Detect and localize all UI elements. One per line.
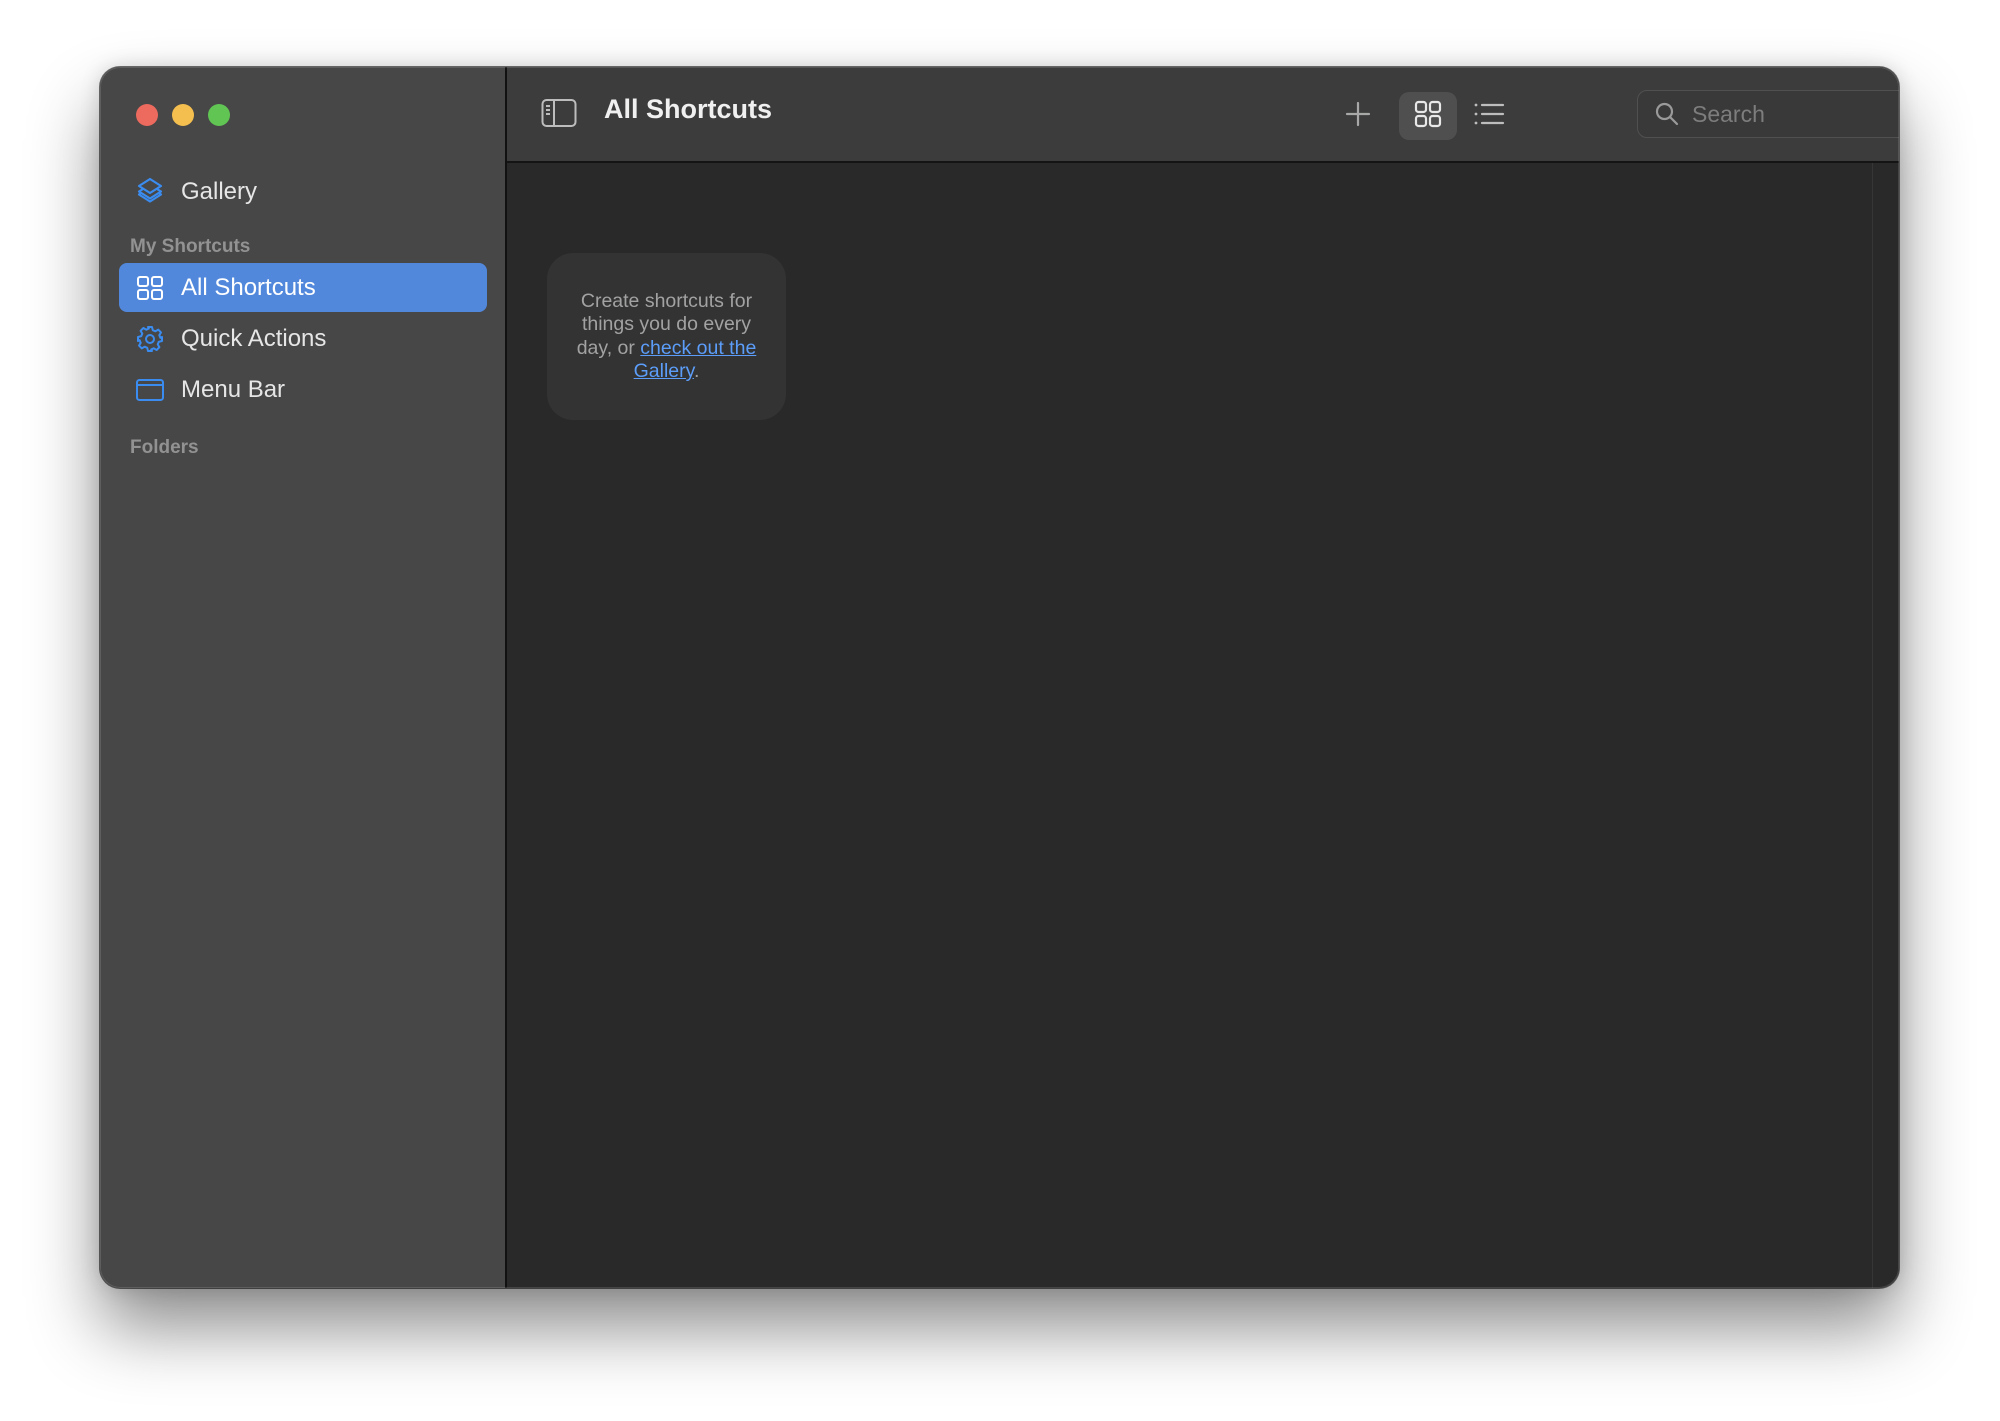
- grid-view-icon: [1413, 99, 1443, 134]
- section-header-my-shortcuts: My Shortcuts: [130, 236, 251, 257]
- add-shortcut-button[interactable]: [1329, 92, 1387, 140]
- toolbar: All Shortcuts: [507, 67, 1899, 163]
- plus-icon: [1344, 100, 1372, 133]
- search-input[interactable]: [1690, 99, 1899, 129]
- list-view-button[interactable]: [1460, 92, 1518, 140]
- shortcuts-grid-area: Create shortcuts for things you do every…: [507, 163, 1899, 1288]
- close-window-button[interactable]: [136, 104, 158, 126]
- empty-state-period: .: [693, 360, 700, 382]
- main-pane: All Shortcuts Search Create shortcuts fo…: [507, 67, 1899, 1288]
- section-header-folders: Folders: [130, 437, 199, 458]
- search-field[interactable]: [1637, 90, 1899, 138]
- sidebar-toggle-button[interactable]: [541, 98, 577, 128]
- sidebar-item-label: All Shortcuts: [181, 273, 316, 301]
- shortcuts-window: Gallery My Shortcuts All Shortcuts Quick…: [100, 67, 1899, 1288]
- zoom-window-button[interactable]: [208, 104, 230, 126]
- empty-state-card: Create shortcuts for things you do every…: [547, 253, 786, 420]
- gear-icon: [135, 324, 165, 354]
- gallery-stack-icon: [135, 177, 165, 207]
- page-title: All Shortcuts: [604, 94, 773, 124]
- menubar-window-icon: [135, 375, 165, 405]
- content-edge-divider: [1872, 163, 1873, 1288]
- sidebar-item-label: Quick Actions: [181, 324, 327, 352]
- sidebar: Gallery My Shortcuts All Shortcuts Quick…: [100, 67, 507, 1288]
- grid-view-button[interactable]: [1399, 92, 1457, 140]
- list-view-icon: [1473, 101, 1505, 132]
- grid-icon: [135, 273, 165, 303]
- sidebar-item-menu-bar[interactable]: Menu Bar: [119, 365, 487, 414]
- search-icon: [1654, 101, 1680, 127]
- sidebar-item-quick-actions[interactable]: Quick Actions: [119, 314, 487, 363]
- sidebar-item-all-shortcuts[interactable]: All Shortcuts: [119, 263, 487, 312]
- sidebar-item-gallery[interactable]: Gallery: [119, 167, 487, 216]
- sidebar-toggle-icon: [541, 99, 577, 132]
- sidebar-item-label: Menu Bar: [181, 375, 286, 403]
- empty-state-message: Create shortcuts for things you do every…: [567, 290, 767, 384]
- sidebar-item-label: Gallery: [181, 177, 258, 205]
- minimize-window-button[interactable]: [172, 104, 194, 126]
